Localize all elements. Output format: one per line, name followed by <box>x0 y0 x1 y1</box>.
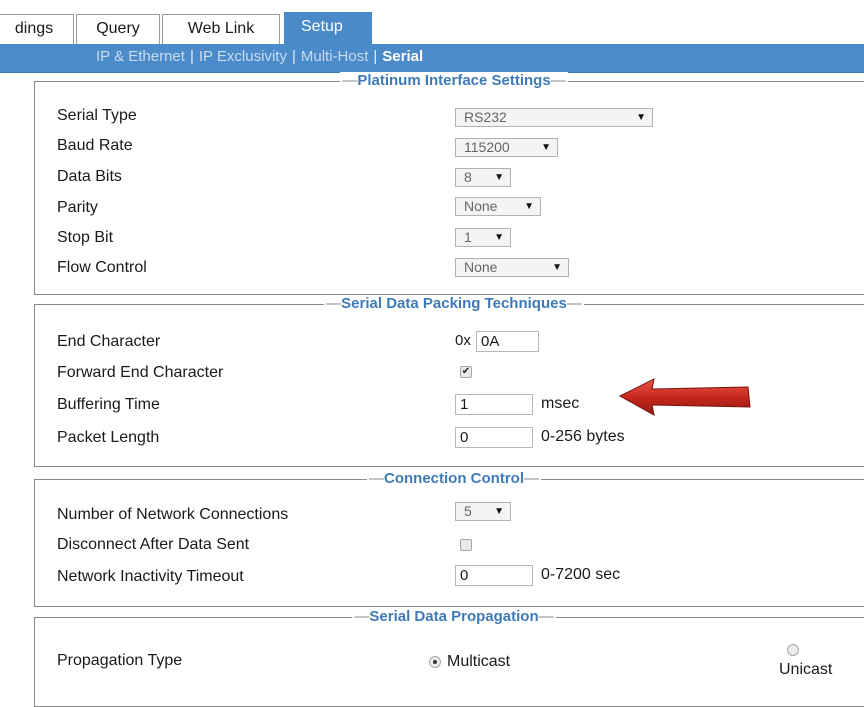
subnav-serial[interactable]: Serial <box>382 48 423 65</box>
disconnect-after-label: Disconnect After Data Sent <box>57 536 250 553</box>
stop-bit-label: Stop Bit <box>57 229 114 246</box>
parity-label: Parity <box>57 199 98 216</box>
chevron-down-icon: ▼ <box>524 201 534 212</box>
tab-readings[interactable]: dings <box>0 14 74 44</box>
inactivity-timeout-input[interactable]: 0 <box>455 565 533 586</box>
stop-bit-select[interactable]: 1 ▼ <box>455 228 511 247</box>
serial-type-label: Serial Type <box>57 107 137 124</box>
unicast-radio[interactable] <box>787 644 799 656</box>
chevron-down-icon: ▼ <box>494 172 504 183</box>
chevron-down-icon: ▼ <box>494 506 504 517</box>
forward-end-character-label: Forward End Character <box>57 364 224 381</box>
tab-setup[interactable]: Setup <box>284 12 372 46</box>
chevron-down-icon: ▼ <box>636 112 646 123</box>
baud-rate-select[interactable]: 115200 ▼ <box>455 138 558 157</box>
buffering-time-unit: msec <box>541 395 580 412</box>
platinum-interface-settings: Platinum Interface Settings Serial Type … <box>34 72 864 295</box>
parity-select[interactable]: None ▼ <box>455 197 541 216</box>
chevron-down-icon: ▼ <box>494 232 504 243</box>
inactivity-timeout-label: Network Inactivity Timeout <box>57 568 244 585</box>
forward-end-character-checkbox[interactable]: ✔ <box>460 366 472 378</box>
subnav-separator: | <box>291 48 296 65</box>
inactivity-timeout-unit: 0-7200 sec <box>541 566 621 583</box>
unicast-label: Unicast <box>779 661 833 678</box>
chevron-down-icon: ▼ <box>541 142 551 153</box>
setup-subnav: IP & Ethernet | IP Exclusivity | Multi-Host |… <box>0 44 864 73</box>
network-connections-select[interactable]: 5 ▼ <box>455 502 511 521</box>
data-bits-select[interactable]: 8 ▼ <box>455 168 511 187</box>
packet-length-label: Packet Length <box>57 429 160 446</box>
buffering-time-label: Buffering Time <box>57 396 160 413</box>
multicast-label: Multicast <box>447 653 511 670</box>
data-bits-label: Data Bits <box>57 168 122 185</box>
subnav-ip-exclusivity[interactable]: IP Exclusivity <box>199 48 287 65</box>
subnav-separator: | <box>189 48 194 65</box>
group-legend: Serial Data Packing Techniques <box>35 294 864 314</box>
end-character-input[interactable]: 0A <box>476 331 539 352</box>
packet-length-unit: 0-256 bytes <box>541 428 625 445</box>
flow-control-select[interactable]: None ▼ <box>455 258 569 277</box>
group-legend: Connection Control <box>35 469 864 489</box>
serial-type-select[interactable]: RS232 ▼ <box>455 108 653 127</box>
group-legend: Serial Data Propagation <box>35 607 864 627</box>
packet-length-input[interactable]: 0 <box>455 427 533 448</box>
subnav-separator: | <box>373 48 378 65</box>
connection-control: Connection Control Number of Network Con… <box>34 470 864 607</box>
tab-query[interactable]: Query <box>76 14 160 44</box>
hex-prefix: 0x <box>455 332 471 349</box>
tab-bar: dings Query Web Link Setup <box>0 0 864 46</box>
disconnect-after-checkbox[interactable] <box>460 539 472 551</box>
baud-rate-label: Baud Rate <box>57 137 133 154</box>
multicast-radio[interactable] <box>429 656 441 668</box>
buffering-time-input[interactable]: 1 <box>455 394 533 415</box>
network-connections-label: Number of Network Connections <box>57 506 289 523</box>
tab-web-link[interactable]: Web Link <box>162 14 280 44</box>
chevron-down-icon: ▼ <box>552 262 562 273</box>
propagation-type-label: Propagation Type <box>57 652 183 669</box>
flow-control-label: Flow Control <box>57 259 147 276</box>
left-arrow-icon <box>618 378 751 416</box>
subnav-multi-host[interactable]: Multi-Host <box>301 48 369 65</box>
subnav-ip-ethernet[interactable]: IP & Ethernet <box>96 48 185 65</box>
end-character-label: End Character <box>57 333 161 350</box>
group-legend: Platinum Interface Settings <box>35 71 864 91</box>
